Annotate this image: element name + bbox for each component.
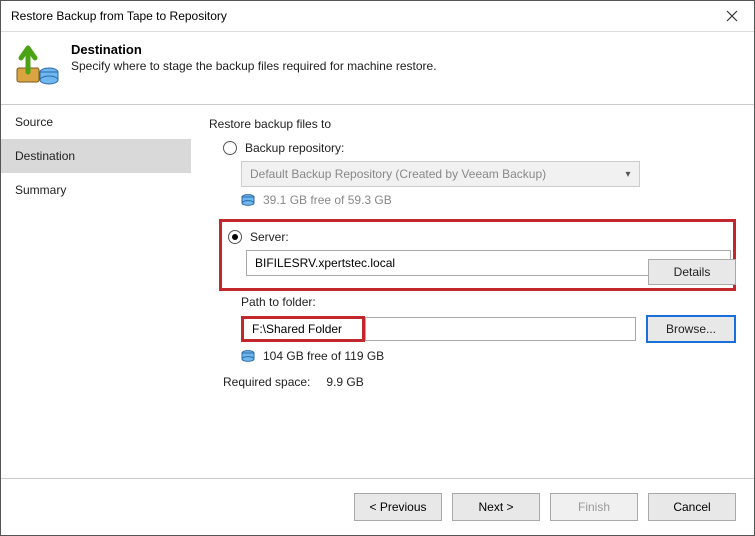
path-input-extended[interactable] xyxy=(365,317,636,341)
label-backup-repository: Backup repository: xyxy=(245,141,344,155)
previous-button[interactable]: < Previous xyxy=(354,493,442,521)
close-button[interactable] xyxy=(710,1,754,31)
next-button[interactable]: Next > xyxy=(452,493,540,521)
label-path: Path to folder: xyxy=(241,295,736,309)
cancel-button[interactable]: Cancel xyxy=(648,493,736,521)
wizard-icon xyxy=(15,42,59,86)
page-subtitle: Specify where to stage the backup files … xyxy=(71,59,437,73)
path-input[interactable] xyxy=(244,319,362,339)
repo-dropdown-value: Default Backup Repository (Created by Ve… xyxy=(250,167,546,181)
titlebar: Restore Backup from Tape to Repository xyxy=(1,1,754,32)
path-free-space: 104 GB free of 119 GB xyxy=(263,349,384,363)
disk-icon xyxy=(241,193,255,207)
main-panel: Restore backup files to Backup repositor… xyxy=(191,105,754,478)
browse-button[interactable]: Browse... xyxy=(646,315,736,343)
page-title: Destination xyxy=(71,42,437,57)
repo-free-space: 39.1 GB free of 59.3 GB xyxy=(263,193,392,207)
required-space-label: Required space: xyxy=(223,375,310,389)
repo-dropdown: Default Backup Repository (Created by Ve… xyxy=(241,161,640,187)
option-backup-repository-row: Backup repository: xyxy=(223,141,736,155)
radio-backup-repository[interactable] xyxy=(223,141,237,155)
chevron-down-icon: ▾ xyxy=(617,162,639,186)
wizard-steps: Source Destination Summary xyxy=(1,105,191,478)
step-source[interactable]: Source xyxy=(1,105,191,139)
disk-icon xyxy=(241,349,255,363)
wizard-footer: < Previous Next > Finish Cancel xyxy=(1,478,754,535)
window-title: Restore Backup from Tape to Repository xyxy=(11,9,227,23)
required-space-value: 9.9 GB xyxy=(326,375,363,389)
step-destination[interactable]: Destination xyxy=(1,139,191,173)
radio-server[interactable] xyxy=(228,230,242,244)
section-heading: Restore backup files to xyxy=(209,117,736,131)
highlight-path-input xyxy=(241,316,365,342)
server-dropdown-value: BIFILESRV.xpertstec.local xyxy=(255,256,395,270)
step-summary[interactable]: Summary xyxy=(1,173,191,207)
label-server: Server: xyxy=(250,230,289,244)
details-button[interactable]: Details xyxy=(648,259,736,285)
required-space-row: Required space: 9.9 GB xyxy=(223,375,736,389)
finish-button: Finish xyxy=(550,493,638,521)
wizard-header: Destination Specify where to stage the b… xyxy=(1,32,754,104)
close-icon xyxy=(726,10,738,22)
